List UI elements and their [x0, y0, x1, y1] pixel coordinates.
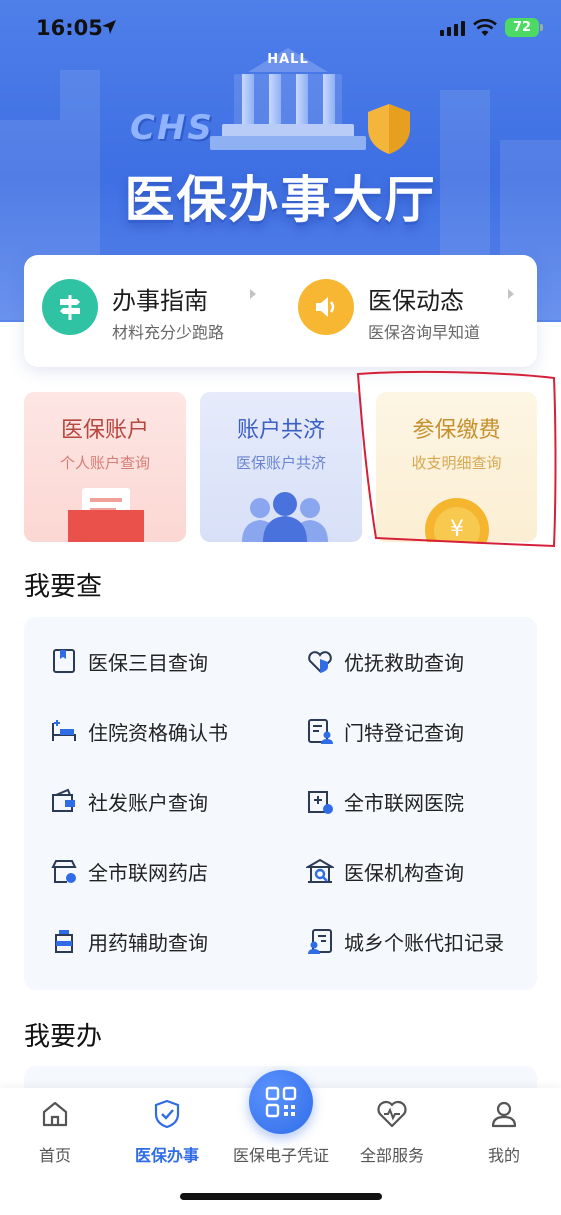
tab-all-services[interactable]: 全部服务 — [337, 1098, 447, 1168]
institution-icon — [306, 858, 334, 883]
heart-pulse-icon — [377, 1100, 407, 1128]
tile-title: 账户共济 — [236, 418, 325, 443]
query-item-hospitalization[interactable]: 住院资格确认书 — [50, 711, 228, 751]
annotation-outline — [356, 370, 557, 548]
section-title-query: 我要查 — [24, 572, 103, 602]
battery-indicator: 72 — [505, 18, 543, 37]
tab-medical-affairs[interactable]: 医保办事 — [112, 1098, 222, 1168]
heart-shield-icon — [308, 651, 332, 673]
query-item-institutions[interactable]: 医保机构查询 — [306, 851, 464, 891]
query-item-relief[interactable]: 优抚救助查询 — [306, 641, 464, 681]
guide-subtitle: 医保咨询早知道 — [368, 323, 481, 342]
hall-badge: HALL — [267, 52, 309, 67]
qr-code-icon — [249, 1070, 313, 1134]
home-icon — [42, 1101, 68, 1127]
guide-subtitle: 材料充分少跑路 — [112, 323, 225, 342]
tab-profile[interactable]: 我的 — [449, 1098, 559, 1168]
pharmacy-store-icon — [51, 860, 77, 883]
guide-title: 办事指南 — [112, 287, 208, 315]
tile-subtitle: 个人账户查询 — [59, 454, 150, 472]
tab-e-certificate[interactable]: 医保电子凭证 — [225, 1070, 337, 1166]
tile-subtitle: 医保账户共济 — [235, 454, 326, 472]
location-arrow-icon — [102, 20, 116, 34]
query-item-withholding-records[interactable]: 城乡个账代扣记录 — [306, 921, 504, 961]
shield-check-icon — [154, 1099, 180, 1129]
doc-user-icon — [308, 929, 332, 954]
wallet-icon — [52, 788, 75, 812]
bookmark-doc-icon — [53, 649, 75, 673]
user-icon — [491, 1101, 517, 1128]
query-item-social-account[interactable]: 社发账户查询 — [50, 781, 208, 821]
document-folder-icon — [68, 488, 144, 542]
speaker-icon — [298, 279, 354, 335]
hero-title: 医保办事大厅 — [124, 171, 437, 229]
hall-base-decoration — [210, 136, 366, 150]
tile-account-sharing[interactable]: 账户共济 医保账户共济 — [200, 392, 362, 542]
home-indicator — [180, 1193, 382, 1200]
medicine-bottle-icon — [55, 930, 73, 953]
status-icons: 72 — [440, 18, 543, 37]
cellular-signal-icon — [440, 20, 465, 36]
tab-home[interactable]: 首页 — [0, 1098, 110, 1168]
signpost-icon — [42, 279, 98, 335]
gold-shield-icon — [368, 104, 410, 154]
people-group-icon — [242, 492, 328, 542]
query-panel: 医保三目查询 优抚救助查询 住院资格确认书 门特登记查询 社发账户查询 全市联网… — [24, 617, 537, 990]
chevron-right-icon — [508, 289, 514, 299]
wifi-icon — [473, 18, 497, 36]
hospital-icon — [308, 791, 333, 814]
doc-person-icon — [308, 719, 333, 744]
hall-pillars-decoration — [234, 74, 342, 126]
query-item-three-catalogs[interactable]: 医保三目查询 — [50, 641, 208, 681]
hospital-bed-icon — [52, 720, 76, 741]
query-item-medication[interactable]: 用药辅助查询 — [50, 921, 208, 961]
status-time: 16:05 — [36, 16, 103, 40]
chs-logo: CHS — [130, 108, 214, 148]
tile-title: 医保账户 — [60, 418, 149, 443]
guide-card: 办事指南 材料充分少跑路 医保动态 医保咨询早知道 — [24, 255, 537, 367]
query-item-networked-hospitals[interactable]: 全市联网医院 — [306, 781, 464, 821]
guide-item-news[interactable]: 医保动态 医保咨询早知道 — [298, 279, 528, 343]
guide-title: 医保动态 — [368, 287, 464, 315]
query-item-networked-pharmacies[interactable]: 全市联网药店 — [50, 851, 208, 891]
section-title-todo: 我要办 — [24, 1022, 103, 1052]
chevron-right-icon — [250, 289, 256, 299]
guide-item-handbook[interactable]: 办事指南 材料充分少跑路 — [42, 279, 272, 343]
status-bar: 16:05 72 — [0, 0, 561, 60]
query-item-special-registration[interactable]: 门特登记查询 — [306, 711, 464, 751]
tile-medical-account[interactable]: 医保账户 个人账户查询 — [24, 392, 186, 542]
